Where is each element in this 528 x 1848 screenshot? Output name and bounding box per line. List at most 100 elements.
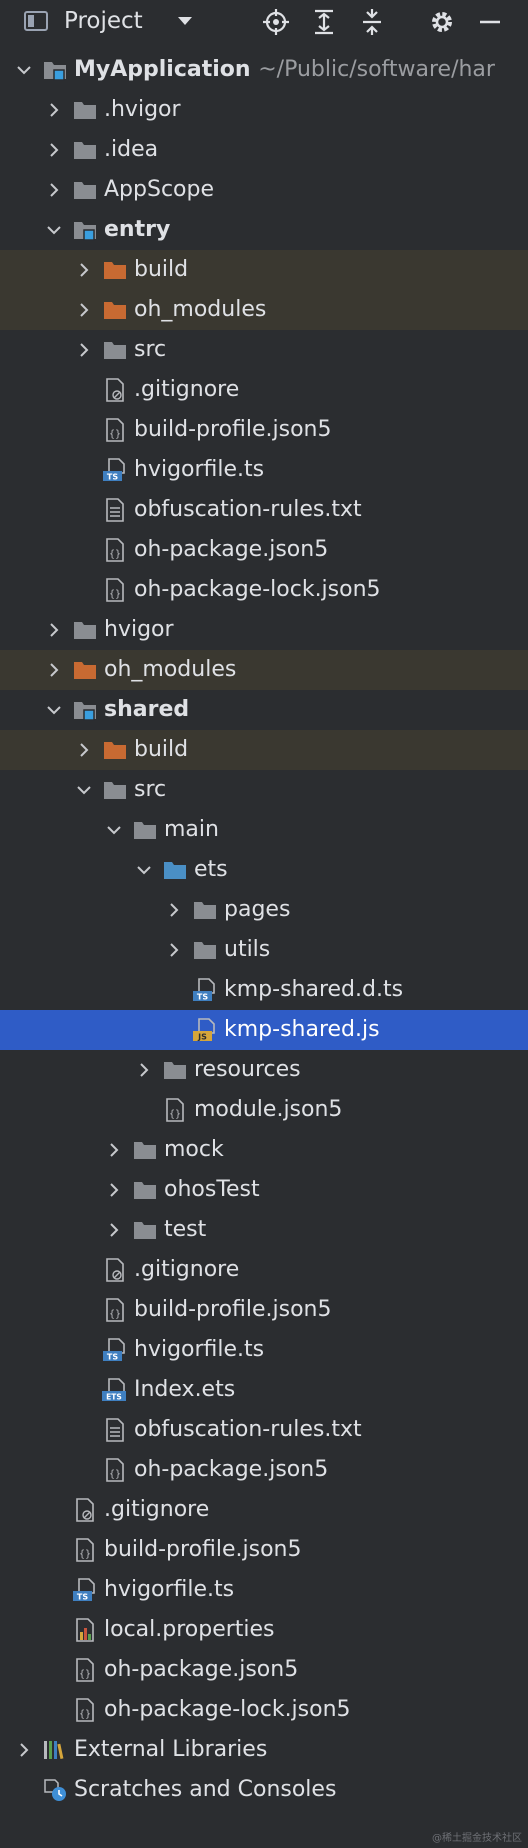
tree-row-idea[interactable]: .idea <box>0 130 528 170</box>
folder-excluded-icon <box>102 298 128 322</box>
tree-row-obfuscation-rules-txt[interactable]: obfuscation-rules.txt <box>0 490 528 530</box>
chevron-right-icon[interactable] <box>106 1142 122 1158</box>
tree-row-hvigor[interactable]: hvigor <box>0 610 528 650</box>
properties-file-icon <box>72 1618 98 1642</box>
chevron-right-icon[interactable] <box>136 1062 152 1078</box>
tree-row-hvigorfile-ts[interactable]: TS hvigorfile.ts <box>0 450 528 490</box>
tree-row-ohostest[interactable]: ohosTest <box>0 1170 528 1210</box>
tree-row-oh-package-lock-json5[interactable]: {} oh-package-lock.json5 <box>0 570 528 610</box>
collapse-all-icon[interactable] <box>358 8 386 36</box>
tree-item-name: ets <box>194 857 228 882</box>
tree-row-obfuscation-rules-txt[interactable]: obfuscation-rules.txt <box>0 1410 528 1450</box>
tree-row-build-profile-json5[interactable]: {} build-profile.json5 <box>0 1290 528 1330</box>
tree-item-name: test <box>164 1217 207 1242</box>
chevron-right-icon[interactable] <box>76 262 92 278</box>
tree-row-hvigorfile-ts[interactable]: TS hvigorfile.ts <box>0 1330 528 1370</box>
tree-row-src[interactable]: src <box>0 770 528 810</box>
tree-row-appscope[interactable]: AppScope <box>0 170 528 210</box>
tree-item-label: build <box>134 257 188 282</box>
chevron-down-icon[interactable] <box>46 222 62 238</box>
chevron-right-icon[interactable] <box>16 1742 32 1758</box>
tree-item-label: oh-package-lock.json5 <box>104 1697 351 1722</box>
project-view-title[interactable]: Project <box>64 8 143 34</box>
tree-row-oh-package-json5[interactable]: {} oh-package.json5 <box>0 530 528 570</box>
tree-row-local-properties[interactable]: local.properties <box>0 1610 528 1650</box>
tree-row-scratches-and-consoles[interactable]: Scratches and Consoles <box>0 1770 528 1810</box>
watermark: @稀土掘金技术社区 <box>432 1833 522 1844</box>
tree-row-oh-modules[interactable]: oh_modules <box>0 650 528 690</box>
tree-row-build-profile-json5[interactable]: {} build-profile.json5 <box>0 1530 528 1570</box>
chevron-right-icon[interactable] <box>166 902 182 918</box>
tree-row-ets[interactable]: ets <box>0 850 528 890</box>
tree-row-kmp-shared-js[interactable]: JS kmp-shared.js <box>0 1010 528 1050</box>
project-tree: MyApplication ~/Public/software/har .hvig… <box>0 50 528 1810</box>
chevron-right-icon[interactable] <box>46 662 62 678</box>
tree-row-gitignore[interactable]: .gitignore <box>0 1490 528 1530</box>
tree-item-label: .gitignore <box>134 1257 239 1282</box>
chevron-right-icon[interactable] <box>46 142 62 158</box>
chevron-right-icon[interactable] <box>76 302 92 318</box>
chevron-down-icon[interactable] <box>46 702 62 718</box>
tree-row-entry[interactable]: entry <box>0 210 528 250</box>
tree-row-build-profile-json5[interactable]: {} build-profile.json5 <box>0 410 528 450</box>
chevron-right-icon[interactable] <box>76 342 92 358</box>
json-file-icon: {} <box>102 1458 128 1482</box>
tree-item-name: main <box>164 817 219 842</box>
folder-icon <box>72 98 98 122</box>
tree-row-test[interactable]: test <box>0 1210 528 1250</box>
tree-row-hvigor[interactable]: .hvigor <box>0 90 528 130</box>
chevron-down-icon[interactable] <box>16 62 32 78</box>
chevron-right-icon[interactable] <box>46 182 62 198</box>
tree-row-myapplication[interactable]: MyApplication ~/Public/software/har <box>0 50 528 90</box>
tree-row-resources[interactable]: resources <box>0 1050 528 1090</box>
tree-row-hvigorfile-ts[interactable]: TS hvigorfile.ts <box>0 1570 528 1610</box>
tree-item-name: Scratches and Consoles <box>74 1777 337 1802</box>
project-window-icon <box>24 11 48 31</box>
chevron-right-icon[interactable] <box>106 1182 122 1198</box>
svg-text:{}: {} <box>169 1109 181 1120</box>
module-icon <box>42 58 68 82</box>
ignore-file-icon <box>72 1498 98 1522</box>
tree-row-mock[interactable]: mock <box>0 1130 528 1170</box>
tree-item-name: module.json5 <box>194 1097 343 1122</box>
tree-row-module-json5[interactable]: {} module.json5 <box>0 1090 528 1130</box>
tree-row-index-ets[interactable]: ETS Index.ets <box>0 1370 528 1410</box>
chevron-down-icon[interactable] <box>106 822 122 838</box>
tree-item-name: hvigorfile.ts <box>134 457 265 482</box>
chevron-right-icon[interactable] <box>46 102 62 118</box>
tree-item-label: entry <box>104 217 170 242</box>
tree-row-src[interactable]: src <box>0 330 528 370</box>
chevron-right-icon[interactable] <box>106 1222 122 1238</box>
tree-row-pages[interactable]: pages <box>0 890 528 930</box>
module-icon <box>72 698 98 722</box>
gear-icon[interactable] <box>428 8 456 36</box>
locate-icon[interactable] <box>262 8 290 36</box>
tree-row-gitignore[interactable]: .gitignore <box>0 370 528 410</box>
tree-item-name: shared <box>104 697 190 722</box>
tree-row-oh-package-json5[interactable]: {} oh-package.json5 <box>0 1650 528 1690</box>
tree-row-build[interactable]: build <box>0 730 528 770</box>
chevron-down-icon[interactable] <box>76 782 92 798</box>
tree-row-build[interactable]: build <box>0 250 528 290</box>
tree-row-oh-package-lock-json5[interactable]: {} oh-package-lock.json5 <box>0 1690 528 1730</box>
tree-row-main[interactable]: main <box>0 810 528 850</box>
chevron-down-icon[interactable] <box>136 862 152 878</box>
tree-row-shared[interactable]: shared <box>0 690 528 730</box>
tree-row-external-libraries[interactable]: External Libraries <box>0 1730 528 1770</box>
chevron-right-icon[interactable] <box>166 942 182 958</box>
tree-item-name: oh-package-lock.json5 <box>134 577 381 602</box>
tree-row-oh-package-json5[interactable]: {} oh-package.json5 <box>0 1450 528 1490</box>
tree-row-oh-modules[interactable]: oh_modules <box>0 290 528 330</box>
folder-excluded-icon <box>102 258 128 282</box>
chevron-right-icon[interactable] <box>46 622 62 638</box>
tree-row-utils[interactable]: utils <box>0 930 528 970</box>
minimize-icon[interactable] <box>476 8 504 36</box>
chevron-right-icon[interactable] <box>76 742 92 758</box>
expand-all-icon[interactable] <box>310 8 338 36</box>
ets-file-icon: ETS <box>102 1378 128 1402</box>
tree-row-kmp-shared-d-ts[interactable]: TS kmp-shared.d.ts <box>0 970 528 1010</box>
tree-item-label: AppScope <box>104 177 214 202</box>
tree-item-name: src <box>134 777 167 802</box>
chevron-down-icon[interactable] <box>176 14 194 28</box>
tree-row-gitignore[interactable]: .gitignore <box>0 1250 528 1290</box>
